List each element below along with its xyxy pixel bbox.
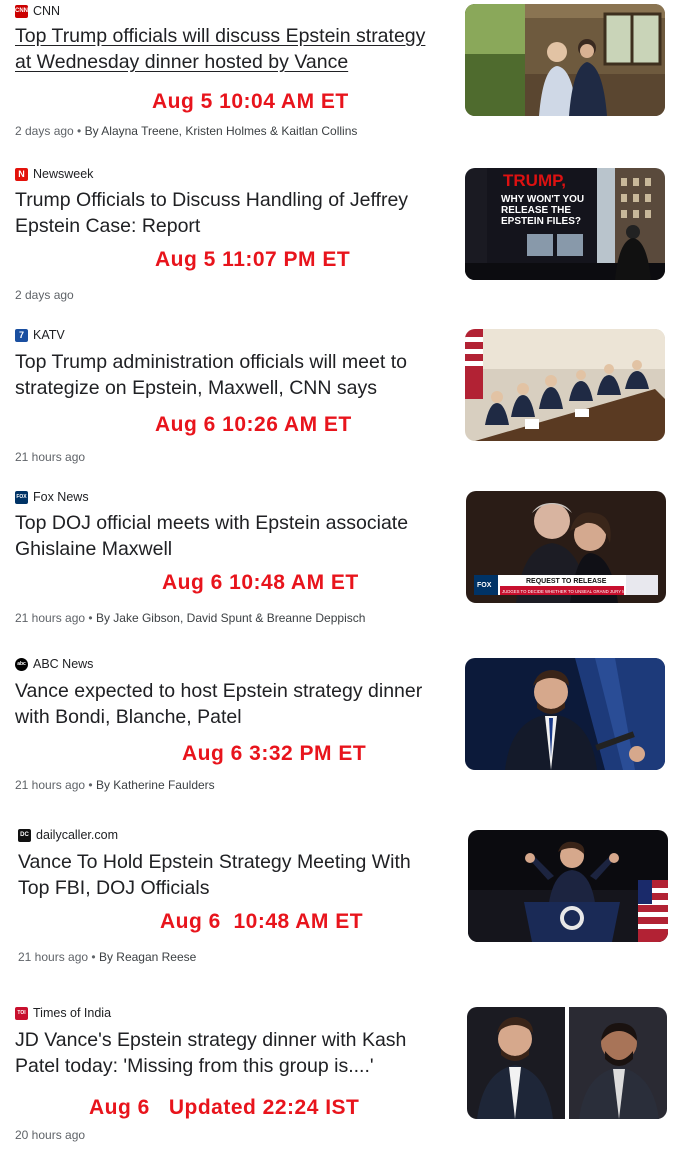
times-of-india-logo-icon: TOI [15, 1006, 28, 1020]
source-name: KATV [33, 328, 65, 342]
timestamp-annotation: Aug 6 Updated 22:24 IST [89, 1096, 360, 1119]
article-meta: 21 hours ago • By Reagan Reese [18, 950, 197, 964]
katv-logo-icon: 7 [15, 328, 28, 342]
timestamp-annotation: Aug 6 3:32 PM ET [182, 742, 367, 765]
article-age: 2 days ago [15, 288, 74, 302]
billboard-line: RELEASE THE [501, 205, 571, 216]
news-card[interactable]: N Newsweek Trump Officials to Discuss Ha… [0, 165, 680, 325]
thumbnail[interactable] [467, 1007, 667, 1119]
thumbnail[interactable] [465, 658, 665, 770]
billboard-line: WHY WON'T YOU [501, 194, 584, 205]
headline[interactable]: Vance expected to host Epstein strategy … [15, 678, 422, 730]
article-meta: 21 hours ago • By Katherine Faulders [15, 778, 215, 792]
source[interactable]: TOI Times of India [15, 1006, 111, 1020]
article-meta: 21 hours ago [15, 450, 85, 464]
article-age: 2 days ago [15, 124, 74, 138]
timestamp-annotation: Aug 6 10:48 AM ET [160, 910, 364, 933]
svg-text:FOX: FOX [477, 582, 492, 589]
headline[interactable]: Top Trump administration officials will … [15, 349, 407, 401]
article-meta: 21 hours ago • By Jake Gibson, David Spu… [15, 611, 366, 625]
timestamp-annotation: Aug 5 11:07 PM ET [155, 248, 351, 271]
source[interactable]: CNN CNN [15, 4, 60, 18]
photo-tv-screenshot-icon: FOX REQUEST TO RELEASE JUDGES TO DECIDE … [466, 491, 666, 603]
thumbnail[interactable] [465, 329, 665, 441]
timestamp-annotation: Aug 5 10:04 AM ET [152, 90, 349, 113]
source-name: Fox News [33, 490, 89, 504]
article-age: 21 hours ago [15, 611, 86, 625]
byline: By Katherine Faulders [95, 778, 215, 792]
news-card[interactable]: abc ABC News Vance expected to host Epst… [0, 656, 680, 816]
timestamp-annotation: Aug 6 10:48 AM ET [162, 571, 359, 594]
source-name: Newsweek [33, 167, 94, 181]
photo-speaker-at-podium-icon [465, 658, 665, 770]
source[interactable]: N Newsweek [15, 167, 93, 181]
thumbnail[interactable]: FOX REQUEST TO RELEASE JUDGES TO DECIDE … [466, 491, 666, 603]
thumbnail[interactable]: TRUMP, WHY WON'T YOU RELEASE THE EPSTEIN… [465, 168, 665, 280]
photo-two-portraits-icon [467, 1007, 667, 1119]
article-meta: 2 days ago • By Alayna Treene, Kristen H… [15, 124, 358, 138]
chyron-title: REQUEST TO RELEASE [526, 578, 607, 585]
byline: By Alayna Treene, Kristen Holmes & Kaitl… [84, 124, 358, 138]
chyron-subtitle: JUDGES TO DECIDE WHETHER TO UNSEAL GRAND… [502, 589, 644, 594]
news-card[interactable]: 7 KATV Top Trump administration official… [0, 327, 680, 487]
thumbnail[interactable] [465, 4, 665, 116]
source-name: Times of India [33, 1006, 112, 1020]
cnn-logo-icon: CNN [15, 4, 28, 18]
photo-speaker-with-flag-icon [468, 830, 668, 942]
daily-caller-logo-icon: DC [18, 828, 31, 842]
source[interactable]: FOX Fox News [15, 490, 89, 504]
article-age: 21 hours ago [15, 778, 86, 792]
news-card[interactable]: FOX Fox News Top DOJ official meets with… [0, 488, 680, 648]
source[interactable]: DC dailycaller.com [18, 828, 118, 842]
headline[interactable]: Vance To Hold Epstein Strategy Meeting W… [18, 849, 411, 901]
byline: By Reagan Reese [98, 950, 197, 964]
byline: By Jake Gibson, David Spunt & Breanne De… [95, 611, 366, 625]
source-name: CNN [33, 4, 61, 18]
billboard-top-text: TRUMP, [503, 171, 566, 190]
source-name: dailycaller.com [36, 828, 118, 842]
headline[interactable]: Trump Officials to Discuss Handling of J… [15, 187, 408, 239]
news-card[interactable]: TOI Times of India JD Vance's Epstein st… [0, 1004, 680, 1164]
article-meta: 20 hours ago [15, 1128, 85, 1142]
photo-two-people-on-porch-icon [465, 4, 665, 116]
article-age: 21 hours ago [18, 950, 89, 964]
source[interactable]: 7 KATV [15, 328, 65, 342]
abc-news-logo-icon: abc [15, 657, 28, 671]
source[interactable]: abc ABC News [15, 657, 93, 671]
news-card[interactable]: DC dailycaller.com Vance To Hold Epstein… [0, 827, 680, 987]
source-name: ABC News [33, 657, 94, 671]
photo-billboard-icon: TRUMP, WHY WON'T YOU RELEASE THE EPSTEIN… [465, 168, 665, 280]
thumbnail[interactable] [468, 830, 668, 942]
article-age: 20 hours ago [15, 1128, 86, 1142]
billboard-line: EPSTEIN FILES? [501, 216, 581, 227]
fox-news-logo-icon: FOX [15, 490, 28, 504]
article-age: 21 hours ago [15, 450, 86, 464]
photo-cabinet-meeting-icon [465, 329, 665, 441]
news-card[interactable]: CNN CNN Top Trump officials will discuss… [0, 0, 680, 160]
newsweek-logo-icon: N [15, 167, 28, 181]
timestamp-annotation: Aug 6 10:26 AM ET [155, 413, 352, 436]
article-meta: 2 days ago [15, 288, 74, 302]
headline[interactable]: Top DOJ official meets with Epstein asso… [15, 510, 408, 562]
headline[interactable]: Top Trump officials will discuss Epstein… [15, 23, 425, 75]
headline[interactable]: JD Vance's Epstein strategy dinner with … [15, 1027, 406, 1079]
